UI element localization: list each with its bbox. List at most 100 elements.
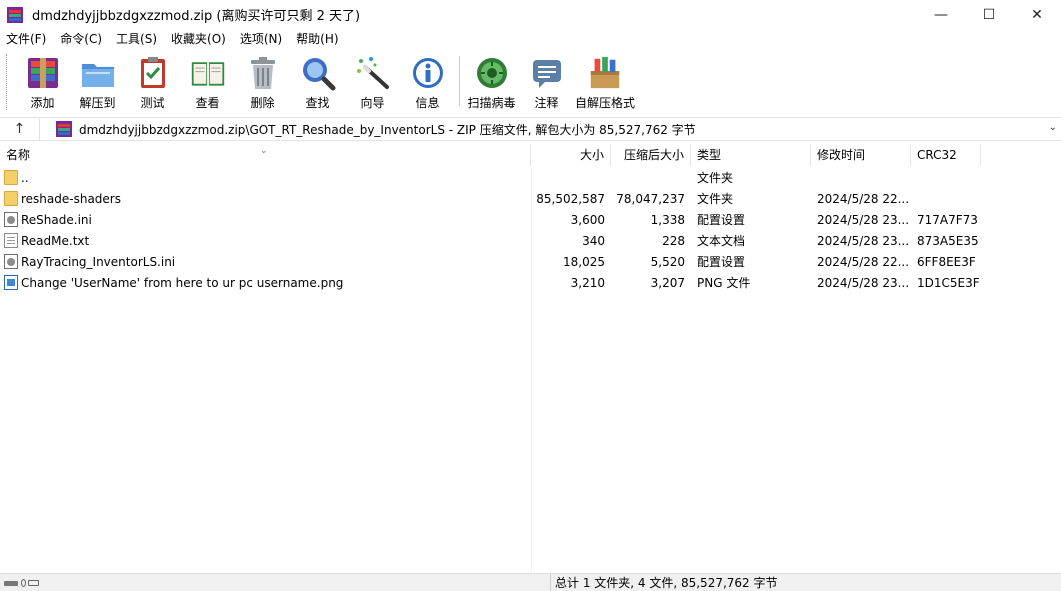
comment-label: 注释: [534, 96, 559, 110]
file-modified: 2024/5/28 22...: [817, 254, 910, 269]
image-file-icon: [4, 275, 18, 290]
menu-options[interactable]: 选项(N): [233, 29, 289, 49]
table-row[interactable]: RayTracing_InventorLS.ini 18,025 5,520 配…: [0, 251, 1061, 272]
file-crc: 1D1C5E3F: [917, 275, 980, 290]
column-name[interactable]: 名称 ⌄: [0, 144, 531, 166]
table-row[interactable]: ReShade.ini 3,600 1,338 配置设置 2024/5/28 2…: [0, 209, 1061, 230]
extract-to-label: 解压到: [79, 96, 116, 110]
info-label: 信息: [415, 96, 440, 110]
close-button[interactable]: ✕: [1013, 0, 1061, 29]
file-crc: 6FF8EE3F: [917, 254, 976, 269]
file-packed: 78,047,237: [616, 191, 685, 206]
menu-favorites[interactable]: 收藏夹(O): [164, 29, 233, 49]
column-header: 名称 ⌄ 大小 压缩后大小 类型 修改时间 CRC32: [0, 144, 1061, 166]
file-size: 340: [582, 233, 605, 248]
settings-file-icon: [4, 212, 18, 227]
test-button[interactable]: 测试: [125, 50, 180, 112]
extract-to-button[interactable]: 解压到: [70, 50, 125, 112]
file-size: 18,025: [563, 254, 605, 269]
find-label: 查找: [305, 96, 330, 110]
file-modified: 2024/5/28 23...: [817, 233, 910, 248]
maximize-button[interactable]: ☐: [965, 0, 1013, 29]
wizard-button[interactable]: 向导: [345, 50, 400, 112]
info-button[interactable]: 信息: [400, 50, 455, 112]
find-magnifier-icon: [300, 55, 336, 91]
file-type: 配置设置: [697, 255, 746, 269]
extract-to-icon: [80, 55, 116, 91]
trash-icon: [245, 55, 281, 91]
virus-scan-icon: [474, 55, 510, 91]
file-packed: 228: [662, 233, 685, 248]
virus-scan-button[interactable]: 扫描病毒: [464, 50, 519, 112]
file-name: ..: [21, 170, 29, 185]
address-bar: ↑ dmdzhdyjjbbzdgxzzmod.zip\GOT_RT_Reshad…: [0, 117, 1061, 141]
address-path: dmdzhdyjjbbzdgxzzmod.zip\GOT_RT_Reshade_…: [79, 122, 696, 137]
sort-indicator-icon: ⌄: [260, 146, 268, 156]
wizard-label: 向导: [360, 96, 385, 110]
status-bar: 总计 1 文件夹, 4 文件, 85,527,762 字节: [0, 573, 1061, 591]
table-row[interactable]: ReadMe.txt 340 228 文本文档 2024/5/28 23... …: [0, 230, 1061, 251]
file-name: Change 'UserName' from here to ur pc use…: [21, 275, 344, 290]
archive-icon: [56, 121, 72, 137]
add-archive-icon: [25, 55, 61, 91]
delete-button[interactable]: 删除: [235, 50, 290, 112]
status-summary: 总计 1 文件夹, 4 文件, 85,527,762 字节: [555, 576, 778, 590]
column-packed[interactable]: 压缩后大小: [611, 144, 691, 166]
table-row[interactable]: reshade-shaders 85,502,587 78,047,237 文件…: [0, 188, 1061, 209]
text-file-icon: [4, 233, 18, 248]
up-folder-button[interactable]: ↑: [0, 118, 40, 140]
toolbar: 添加 解压到 测试 查看 删除 查找 向导 信息 扫描病毒 注释 自解压格式: [0, 50, 1061, 114]
window-title: dmdzhdyjjbbzdgxzzmod.zip (离购买许可只剩 2 天了): [32, 9, 361, 24]
column-type[interactable]: 类型: [691, 144, 811, 166]
address-field[interactable]: dmdzhdyjjbbzdgxzzmod.zip\GOT_RT_Reshade_…: [40, 118, 1061, 140]
minimize-button[interactable]: —: [917, 0, 965, 29]
file-crc: 717A7F73: [917, 212, 978, 227]
column-crc[interactable]: CRC32: [911, 144, 981, 166]
menu-tools[interactable]: 工具(S): [109, 29, 164, 49]
table-row[interactable]: .. 文件夹: [0, 167, 1061, 188]
comment-button[interactable]: 注释: [519, 50, 574, 112]
folder-icon: [4, 191, 18, 206]
column-size[interactable]: 大小: [531, 144, 611, 166]
column-modified[interactable]: 修改时间: [811, 144, 911, 166]
file-type: 文本文档: [697, 234, 746, 248]
file-crc: 873A5E35: [917, 233, 979, 248]
menu-help[interactable]: 帮助(H): [289, 29, 345, 49]
table-row[interactable]: Change 'UserName' from here to ur pc use…: [0, 272, 1061, 293]
file-type: PNG 文件: [697, 276, 751, 290]
test-label: 测试: [140, 96, 165, 110]
file-size: 85,502,587: [536, 191, 605, 206]
status-left: [0, 573, 551, 591]
find-button[interactable]: 查找: [290, 50, 345, 112]
file-name: reshade-shaders: [21, 191, 121, 206]
file-size: 3,210: [570, 275, 605, 290]
wizard-wand-icon: [355, 55, 391, 91]
menu-bar: 文件(F) 命令(C) 工具(S) 收藏夹(O) 选项(N) 帮助(H): [0, 29, 1061, 49]
settings-file-icon: [4, 254, 18, 269]
address-dropdown-icon[interactable]: ⌄: [1049, 122, 1057, 133]
file-name: ReadMe.txt: [21, 233, 90, 248]
file-name: ReShade.ini: [21, 212, 92, 227]
file-list: .. 文件夹 reshade-shaders 85,502,587 78,047…: [0, 167, 1061, 572]
file-modified: 2024/5/28 23...: [817, 212, 910, 227]
file-packed: 5,520: [650, 254, 685, 269]
toolbar-grip[interactable]: [6, 54, 9, 110]
add-label: 添加: [30, 96, 55, 110]
view-label: 查看: [195, 96, 220, 110]
menu-file[interactable]: 文件(F): [0, 29, 53, 49]
file-modified: 2024/5/28 23...: [817, 275, 910, 290]
sfx-label: 自解压格式: [574, 96, 635, 110]
file-type: 文件夹: [697, 171, 734, 185]
toolbar-separator: [459, 56, 460, 106]
menu-commands[interactable]: 命令(C): [53, 29, 109, 49]
virus-scan-label: 扫描病毒: [467, 96, 516, 110]
drive-icon[interactable]: [4, 578, 40, 587]
file-packed: 3,207: [650, 275, 685, 290]
view-book-icon: [190, 55, 226, 91]
add-button[interactable]: 添加: [15, 50, 70, 112]
file-name: RayTracing_InventorLS.ini: [21, 254, 176, 269]
file-type: 配置设置: [697, 213, 746, 227]
sfx-button[interactable]: 自解压格式: [574, 50, 636, 112]
view-button[interactable]: 查看: [180, 50, 235, 112]
file-modified: 2024/5/28 22...: [817, 191, 910, 206]
